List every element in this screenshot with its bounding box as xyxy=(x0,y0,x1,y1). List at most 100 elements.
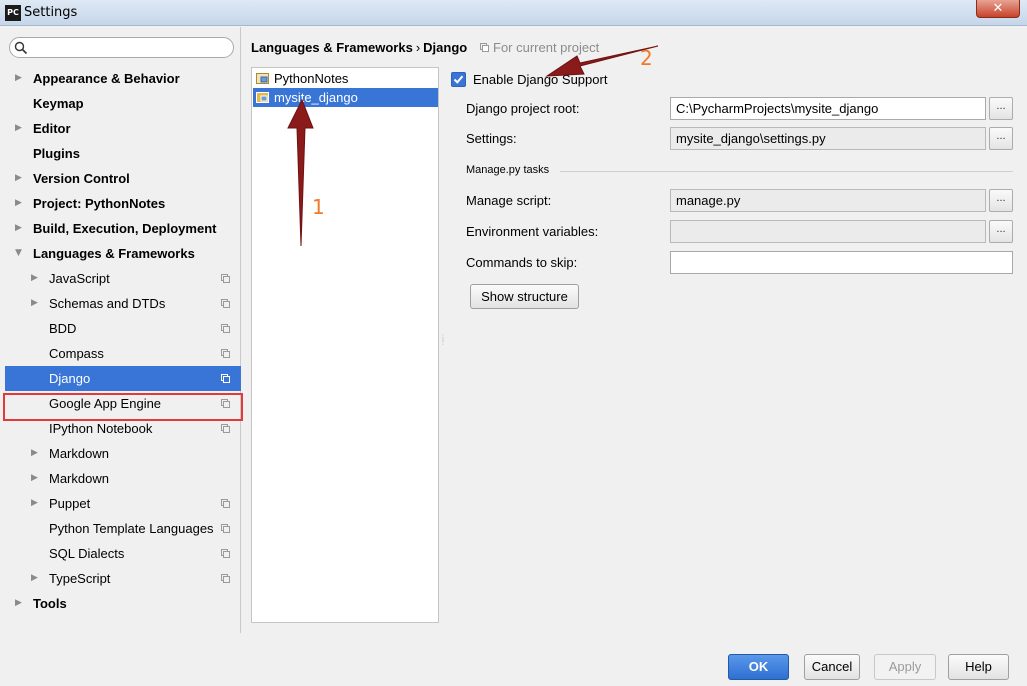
project-scope-icon xyxy=(221,424,230,433)
sidebar-item-label: Puppet xyxy=(49,496,91,511)
settings-label: Settings: xyxy=(466,131,517,146)
chevron-right-icon[interactable]: ▶ xyxy=(15,216,22,241)
apply-button[interactable]: Apply xyxy=(874,654,936,680)
project-scope-icon xyxy=(221,524,230,533)
chevron-right-icon[interactable]: ▶ xyxy=(31,291,38,316)
sidebar-item-label: Django xyxy=(49,371,91,386)
commands-skip-field[interactable] xyxy=(670,251,1013,274)
sidebar-item-label: SQL Dialects xyxy=(49,546,125,561)
project-item-label: mysite_django xyxy=(274,90,358,105)
manage-script-field[interactable] xyxy=(670,189,986,212)
sidebar-item-label: Appearance & Behavior xyxy=(33,71,180,86)
help-button[interactable]: Help xyxy=(948,654,1009,680)
sidebar-item-markdown[interactable]: ▶ Markdown xyxy=(0,441,241,466)
settings-field[interactable] xyxy=(670,127,986,150)
sidebar-item-javascript[interactable]: ▶ JavaScript xyxy=(0,266,241,291)
chevron-right-icon[interactable]: ▶ xyxy=(31,566,38,591)
sidebar-item-schemas-and-dtds[interactable]: ▶ Schemas and DTDs xyxy=(0,291,241,316)
env-vars-label: Environment variables: xyxy=(466,224,599,239)
annotation-marker-2: 2 xyxy=(640,46,653,70)
chevron-right-icon[interactable]: ▶ xyxy=(15,116,22,141)
breadcrumb-separator: › xyxy=(415,40,421,55)
sidebar-item-label: Project: PythonNotes xyxy=(33,196,166,211)
cancel-button[interactable]: Cancel xyxy=(804,654,860,680)
section-divider xyxy=(560,171,1013,172)
chevron-right-icon[interactable]: ▶ xyxy=(31,491,38,516)
sidebar-item-label: Keymap xyxy=(33,96,84,111)
title-bar: PC Settings ✕ xyxy=(0,0,1027,26)
breadcrumb: Languages & Frameworks › Django xyxy=(251,40,467,55)
sidebar-item-label: Compass xyxy=(49,346,104,361)
panel-splitter[interactable]: ⋮ ⋮ xyxy=(439,334,447,346)
env-vars-field[interactable] xyxy=(670,220,986,243)
chevron-right-icon[interactable]: ▶ xyxy=(31,466,38,491)
project-scope-icon xyxy=(221,299,230,308)
sidebar-item-editor[interactable]: ▶ Editor xyxy=(0,116,241,141)
sidebar-item-label: Python Template Languages xyxy=(49,521,214,536)
project-scope-icon xyxy=(221,349,230,358)
scope-label: For current project xyxy=(493,40,600,55)
enable-django-checkbox[interactable] xyxy=(451,72,466,87)
settings-browse-button[interactable]: ... xyxy=(989,127,1013,150)
sidebar-item-tools[interactable]: ▶ Tools xyxy=(0,591,241,616)
project-item-pythonnotes[interactable]: PythonNotes xyxy=(253,69,438,88)
sidebar-item-typescript[interactable]: ▶ TypeScript xyxy=(0,566,241,591)
python-project-icon xyxy=(256,92,269,103)
project-root-field[interactable] xyxy=(670,97,986,120)
sidebar-item-label: Markdown xyxy=(49,446,109,461)
search-icon xyxy=(14,41,28,55)
chevron-right-icon[interactable]: ▶ xyxy=(15,191,22,216)
django-highlight-box xyxy=(3,393,243,421)
chevron-right-icon[interactable]: ▶ xyxy=(31,266,38,291)
sidebar-item-label: BDD xyxy=(49,321,77,336)
sidebar-item-languages-frameworks[interactable]: ▼ Languages & Frameworks xyxy=(0,241,241,266)
enable-django-label[interactable]: Enable Django Support xyxy=(473,72,607,87)
search-input[interactable] xyxy=(32,39,228,56)
show-structure-button[interactable]: Show structure xyxy=(470,284,579,309)
sidebar-item-sql-dialects[interactable]: SQL Dialects xyxy=(0,541,241,566)
project-root-browse-button[interactable]: ... xyxy=(989,97,1013,120)
chevron-right-icon[interactable]: ▶ xyxy=(15,166,22,191)
project-scope-icon xyxy=(221,574,230,583)
sidebar-item-python-template-languages[interactable]: Python Template Languages xyxy=(0,516,241,541)
env-vars-browse-button[interactable]: ... xyxy=(989,220,1013,243)
project-item-mysite-django[interactable]: mysite_django xyxy=(253,88,438,107)
sidebar-item-label: Languages & Frameworks xyxy=(33,246,195,261)
project-root-label: Django project root: xyxy=(466,101,580,116)
sidebar-item-label: TypeScript xyxy=(49,571,111,586)
project-item-label: PythonNotes xyxy=(274,71,349,86)
manage-tasks-section-title: Manage.py tasks xyxy=(466,164,550,176)
window-title: Settings xyxy=(24,5,78,20)
chevron-right-icon[interactable]: ▶ xyxy=(15,591,22,616)
sidebar-item-puppet[interactable]: ▶ Puppet xyxy=(0,491,241,516)
project-scope-icon xyxy=(221,549,230,558)
ok-button[interactable]: OK xyxy=(728,654,789,680)
project-scope-icon xyxy=(221,324,230,333)
sidebar-item-plugins[interactable]: Plugins xyxy=(0,141,241,166)
sidebar-item-markdown[interactable]: ▶ Markdown xyxy=(0,466,241,491)
sidebar-item-version-control[interactable]: ▶ Version Control xyxy=(0,166,241,191)
django-project-list: PythonNotes mysite_django xyxy=(251,67,439,623)
sidebar-item-label: Markdown xyxy=(49,471,109,486)
sidebar-item-appearance-behavior[interactable]: ▶ Appearance & Behavior xyxy=(0,66,241,91)
pycharm-app-icon: PC xyxy=(5,5,21,21)
annotation-marker-1: 1 xyxy=(312,195,325,219)
sidebar-item-build-execution-deployment[interactable]: ▶ Build, Execution, Deployment xyxy=(0,216,241,241)
sidebar-item-project-pythonnotes[interactable]: ▶ Project: PythonNotes xyxy=(0,191,241,216)
project-scope-icon xyxy=(221,499,230,508)
chevron-down-icon[interactable]: ▼ xyxy=(15,241,22,266)
sidebar-item-django[interactable]: Django xyxy=(5,366,241,391)
sidebar-item-label: Version Control xyxy=(33,171,130,186)
window-close-button[interactable]: ✕ xyxy=(976,0,1020,18)
sidebar-item-bdd[interactable]: BDD xyxy=(0,316,241,341)
chevron-right-icon[interactable]: ▶ xyxy=(31,441,38,466)
copy-icon xyxy=(480,43,489,52)
sidebar-item-compass[interactable]: Compass xyxy=(0,341,241,366)
settings-search[interactable] xyxy=(9,37,234,58)
project-scope-icon xyxy=(221,274,230,283)
scope-indicator: For current project xyxy=(480,40,599,55)
sidebar-item-keymap[interactable]: Keymap xyxy=(0,91,241,116)
breadcrumb-current: Django xyxy=(423,40,468,55)
manage-script-browse-button[interactable]: ... xyxy=(989,189,1013,212)
chevron-right-icon[interactable]: ▶ xyxy=(15,66,22,91)
